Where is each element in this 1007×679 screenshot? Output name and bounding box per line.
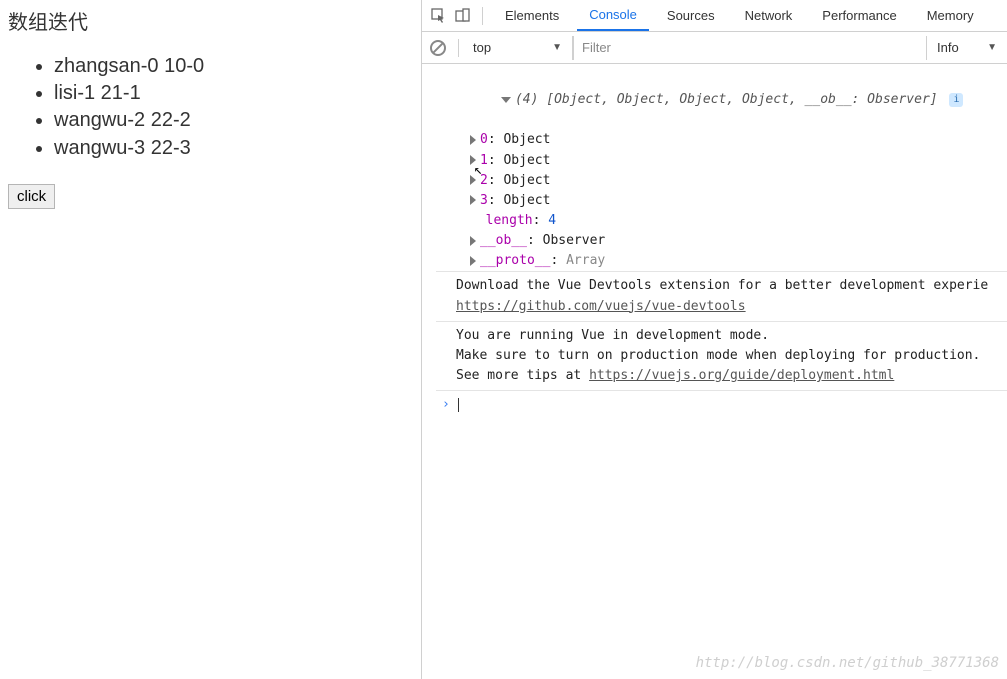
array-length: length: 4 [436, 211, 1007, 231]
array-proto[interactable]: __proto__: Array [436, 251, 1007, 271]
array-entry[interactable]: 2: Object [436, 171, 1007, 191]
caret-right-icon[interactable] [470, 195, 476, 205]
caret-right-icon[interactable] [470, 256, 476, 266]
list-item: zhangsan-0 10-0 [54, 53, 413, 80]
tab-sources[interactable]: Sources [655, 0, 727, 31]
device-icon[interactable] [454, 7, 472, 25]
console-toolbar: top ▼ Info ▼ [422, 32, 1007, 64]
message-text: Download the Vue Devtools extension for … [456, 278, 988, 293]
chevron-down-icon: ▼ [552, 42, 562, 53]
list-item: wangwu-3 22-3 [54, 135, 413, 162]
caret-right-icon[interactable] [470, 135, 476, 145]
tab-performance[interactable]: Performance [810, 0, 908, 31]
list-item: lisi-1 21-1 [54, 80, 413, 107]
array-entry[interactable]: 0: Object [436, 130, 1007, 150]
tab-network[interactable]: Network [733, 0, 805, 31]
context-selector[interactable]: top ▼ [463, 36, 573, 60]
tab-console[interactable]: Console [577, 0, 649, 31]
page-title: 数组迭代 [8, 6, 413, 35]
devtools-link[interactable]: https://github.com/vuejs/vue-devtools [456, 299, 746, 314]
text-caret [458, 398, 459, 412]
caret-down-icon[interactable] [501, 97, 511, 103]
list-item: wangwu-2 22-2 [54, 107, 413, 134]
level-label: Info [937, 40, 959, 55]
log-level-selector[interactable]: Info ▼ [927, 40, 1007, 55]
console-output: (4) [Object, Object, Object, Object, __o… [422, 64, 1007, 679]
array-summary-row[interactable]: (4) [Object, Object, Object, Object, __o… [436, 70, 1007, 130]
filter-input[interactable] [573, 36, 927, 60]
message-text: See more tips at [456, 368, 589, 383]
click-button[interactable]: click [8, 184, 55, 209]
array-summary: [Object, Object, Object, Object, __ob__:… [546, 92, 937, 107]
devtools-panel: Elements Console Sources Network Perform… [422, 0, 1007, 679]
console-prompt[interactable]: › [436, 390, 1007, 415]
console-message: You are running Vue in development mode.… [436, 321, 1007, 390]
array-length-badge: (4) [515, 92, 538, 107]
prompt-chevron-icon: › [442, 397, 450, 412]
caret-right-icon[interactable] [470, 236, 476, 246]
chevron-down-icon: ▼ [987, 42, 997, 53]
separator [458, 39, 459, 57]
array-entry[interactable]: 3: Object [436, 191, 1007, 211]
array-observer[interactable]: __ob__: Observer [436, 231, 1007, 251]
message-text: Make sure to turn on production mode whe… [456, 348, 980, 363]
separator [482, 7, 483, 25]
tab-elements[interactable]: Elements [493, 0, 571, 31]
page-content: 数组迭代 zhangsan-0 10-0 lisi-1 21-1 wangwu-… [0, 0, 422, 679]
inspect-icon[interactable] [430, 7, 448, 25]
items-list: zhangsan-0 10-0 lisi-1 21-1 wangwu-2 22-… [8, 53, 413, 162]
watermark-text: http://blog.csdn.net/github_38771368 [696, 655, 999, 671]
array-entry[interactable]: 1: Object [436, 151, 1007, 171]
info-badge-icon[interactable]: i [949, 93, 963, 107]
caret-right-icon[interactable] [470, 175, 476, 185]
caret-right-icon[interactable] [470, 155, 476, 165]
clear-console-icon[interactable] [430, 40, 446, 56]
tab-memory[interactable]: Memory [915, 0, 986, 31]
context-label: top [473, 40, 491, 55]
console-message: Download the Vue Devtools extension for … [436, 271, 1007, 320]
deployment-link[interactable]: https://vuejs.org/guide/deployment.html [589, 368, 894, 383]
devtools-tabbar: Elements Console Sources Network Perform… [422, 0, 1007, 32]
message-text: You are running Vue in development mode. [456, 328, 769, 343]
